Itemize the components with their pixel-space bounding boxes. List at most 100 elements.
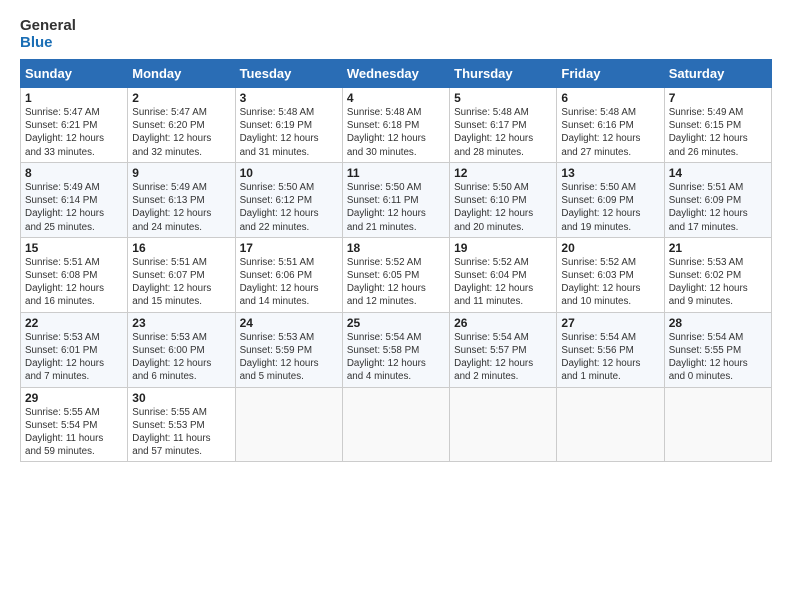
day-number: 9 — [132, 166, 230, 180]
day-info: Sunrise: 5:50 AM Sunset: 6:12 PM Dayligh… — [240, 181, 338, 234]
day-info: Sunrise: 5:55 AM Sunset: 5:54 PM Dayligh… — [25, 406, 123, 459]
day-info: Sunrise: 5:48 AM Sunset: 6:18 PM Dayligh… — [347, 106, 445, 159]
day-info: Sunrise: 5:53 AM Sunset: 6:00 PM Dayligh… — [132, 331, 230, 384]
day-number: 12 — [454, 166, 552, 180]
header-monday: Monday — [128, 60, 235, 88]
day-info: Sunrise: 5:50 AM Sunset: 6:09 PM Dayligh… — [561, 181, 659, 234]
calendar-cell: 6Sunrise: 5:48 AM Sunset: 6:16 PM Daylig… — [557, 88, 664, 163]
calendar-week-row: 29Sunrise: 5:55 AM Sunset: 5:54 PM Dayli… — [21, 387, 772, 462]
day-number: 25 — [347, 316, 445, 330]
calendar-cell: 12Sunrise: 5:50 AM Sunset: 6:10 PM Dayli… — [450, 162, 557, 237]
calendar-cell: 14Sunrise: 5:51 AM Sunset: 6:09 PM Dayli… — [664, 162, 771, 237]
calendar-cell: 5Sunrise: 5:48 AM Sunset: 6:17 PM Daylig… — [450, 88, 557, 163]
header-friday: Friday — [557, 60, 664, 88]
calendar-cell — [557, 387, 664, 462]
day-number: 5 — [454, 91, 552, 105]
calendar-cell: 7Sunrise: 5:49 AM Sunset: 6:15 PM Daylig… — [664, 88, 771, 163]
calendar-cell: 18Sunrise: 5:52 AM Sunset: 6:05 PM Dayli… — [342, 237, 449, 312]
calendar-cell: 17Sunrise: 5:51 AM Sunset: 6:06 PM Dayli… — [235, 237, 342, 312]
calendar-cell: 3Sunrise: 5:48 AM Sunset: 6:19 PM Daylig… — [235, 88, 342, 163]
day-info: Sunrise: 5:52 AM Sunset: 6:04 PM Dayligh… — [454, 256, 552, 309]
calendar-cell: 15Sunrise: 5:51 AM Sunset: 6:08 PM Dayli… — [21, 237, 128, 312]
day-number: 30 — [132, 391, 230, 405]
day-info: Sunrise: 5:52 AM Sunset: 6:03 PM Dayligh… — [561, 256, 659, 309]
day-number: 7 — [669, 91, 767, 105]
day-info: Sunrise: 5:51 AM Sunset: 6:06 PM Dayligh… — [240, 256, 338, 309]
day-number: 3 — [240, 91, 338, 105]
page-header: General Blue General Blue — [20, 18, 772, 51]
day-number: 16 — [132, 241, 230, 255]
day-number: 24 — [240, 316, 338, 330]
day-info: Sunrise: 5:47 AM Sunset: 6:20 PM Dayligh… — [132, 106, 230, 159]
header-thursday: Thursday — [450, 60, 557, 88]
day-info: Sunrise: 5:49 AM Sunset: 6:15 PM Dayligh… — [669, 106, 767, 159]
header-saturday: Saturday — [664, 60, 771, 88]
calendar-week-row: 8Sunrise: 5:49 AM Sunset: 6:14 PM Daylig… — [21, 162, 772, 237]
calendar-cell — [235, 387, 342, 462]
day-info: Sunrise: 5:55 AM Sunset: 5:53 PM Dayligh… — [132, 406, 230, 459]
day-info: Sunrise: 5:54 AM Sunset: 5:58 PM Dayligh… — [347, 331, 445, 384]
calendar-cell: 24Sunrise: 5:53 AM Sunset: 5:59 PM Dayli… — [235, 312, 342, 387]
day-number: 23 — [132, 316, 230, 330]
logo: General Blue General Blue — [20, 18, 76, 51]
day-info: Sunrise: 5:54 AM Sunset: 5:55 PM Dayligh… — [669, 331, 767, 384]
day-info: Sunrise: 5:50 AM Sunset: 6:11 PM Dayligh… — [347, 181, 445, 234]
calendar-cell: 1Sunrise: 5:47 AM Sunset: 6:21 PM Daylig… — [21, 88, 128, 163]
calendar-cell: 16Sunrise: 5:51 AM Sunset: 6:07 PM Dayli… — [128, 237, 235, 312]
calendar-cell: 20Sunrise: 5:52 AM Sunset: 6:03 PM Dayli… — [557, 237, 664, 312]
day-info: Sunrise: 5:54 AM Sunset: 5:56 PM Dayligh… — [561, 331, 659, 384]
calendar-cell: 19Sunrise: 5:52 AM Sunset: 6:04 PM Dayli… — [450, 237, 557, 312]
calendar-cell: 13Sunrise: 5:50 AM Sunset: 6:09 PM Dayli… — [557, 162, 664, 237]
calendar-cell: 22Sunrise: 5:53 AM Sunset: 6:01 PM Dayli… — [21, 312, 128, 387]
calendar-cell: 23Sunrise: 5:53 AM Sunset: 6:00 PM Dayli… — [128, 312, 235, 387]
day-number: 6 — [561, 91, 659, 105]
day-info: Sunrise: 5:51 AM Sunset: 6:09 PM Dayligh… — [669, 181, 767, 234]
day-info: Sunrise: 5:50 AM Sunset: 6:10 PM Dayligh… — [454, 181, 552, 234]
day-number: 29 — [25, 391, 123, 405]
day-number: 1 — [25, 91, 123, 105]
calendar-cell: 2Sunrise: 5:47 AM Sunset: 6:20 PM Daylig… — [128, 88, 235, 163]
calendar-week-row: 22Sunrise: 5:53 AM Sunset: 6:01 PM Dayli… — [21, 312, 772, 387]
day-number: 28 — [669, 316, 767, 330]
calendar-cell: 27Sunrise: 5:54 AM Sunset: 5:56 PM Dayli… — [557, 312, 664, 387]
header-sunday: Sunday — [21, 60, 128, 88]
calendar-cell: 11Sunrise: 5:50 AM Sunset: 6:11 PM Dayli… — [342, 162, 449, 237]
day-info: Sunrise: 5:47 AM Sunset: 6:21 PM Dayligh… — [25, 106, 123, 159]
day-info: Sunrise: 5:51 AM Sunset: 6:08 PM Dayligh… — [25, 256, 123, 309]
logo-blue: Blue — [20, 35, 76, 52]
calendar-cell: 10Sunrise: 5:50 AM Sunset: 6:12 PM Dayli… — [235, 162, 342, 237]
day-number: 20 — [561, 241, 659, 255]
day-number: 10 — [240, 166, 338, 180]
day-number: 11 — [347, 166, 445, 180]
calendar-week-row: 15Sunrise: 5:51 AM Sunset: 6:08 PM Dayli… — [21, 237, 772, 312]
day-number: 14 — [669, 166, 767, 180]
day-number: 27 — [561, 316, 659, 330]
calendar-week-row: 1Sunrise: 5:47 AM Sunset: 6:21 PM Daylig… — [21, 88, 772, 163]
calendar-table: SundayMondayTuesdayWednesdayThursdayFrid… — [20, 59, 772, 462]
day-info: Sunrise: 5:54 AM Sunset: 5:57 PM Dayligh… — [454, 331, 552, 384]
header-tuesday: Tuesday — [235, 60, 342, 88]
logo-general: General — [20, 18, 76, 35]
day-number: 19 — [454, 241, 552, 255]
day-info: Sunrise: 5:51 AM Sunset: 6:07 PM Dayligh… — [132, 256, 230, 309]
day-info: Sunrise: 5:48 AM Sunset: 6:17 PM Dayligh… — [454, 106, 552, 159]
calendar-cell: 8Sunrise: 5:49 AM Sunset: 6:14 PM Daylig… — [21, 162, 128, 237]
day-number: 18 — [347, 241, 445, 255]
day-number: 8 — [25, 166, 123, 180]
header-wednesday: Wednesday — [342, 60, 449, 88]
calendar-cell: 28Sunrise: 5:54 AM Sunset: 5:55 PM Dayli… — [664, 312, 771, 387]
calendar-cell: 4Sunrise: 5:48 AM Sunset: 6:18 PM Daylig… — [342, 88, 449, 163]
day-info: Sunrise: 5:49 AM Sunset: 6:14 PM Dayligh… — [25, 181, 123, 234]
calendar-cell — [664, 387, 771, 462]
calendar-cell — [342, 387, 449, 462]
calendar-cell: 29Sunrise: 5:55 AM Sunset: 5:54 PM Dayli… — [21, 387, 128, 462]
day-info: Sunrise: 5:53 AM Sunset: 6:02 PM Dayligh… — [669, 256, 767, 309]
calendar-cell: 21Sunrise: 5:53 AM Sunset: 6:02 PM Dayli… — [664, 237, 771, 312]
day-number: 22 — [25, 316, 123, 330]
calendar-cell: 25Sunrise: 5:54 AM Sunset: 5:58 PM Dayli… — [342, 312, 449, 387]
day-info: Sunrise: 5:52 AM Sunset: 6:05 PM Dayligh… — [347, 256, 445, 309]
day-number: 2 — [132, 91, 230, 105]
calendar-cell — [450, 387, 557, 462]
day-number: 4 — [347, 91, 445, 105]
day-info: Sunrise: 5:53 AM Sunset: 5:59 PM Dayligh… — [240, 331, 338, 384]
